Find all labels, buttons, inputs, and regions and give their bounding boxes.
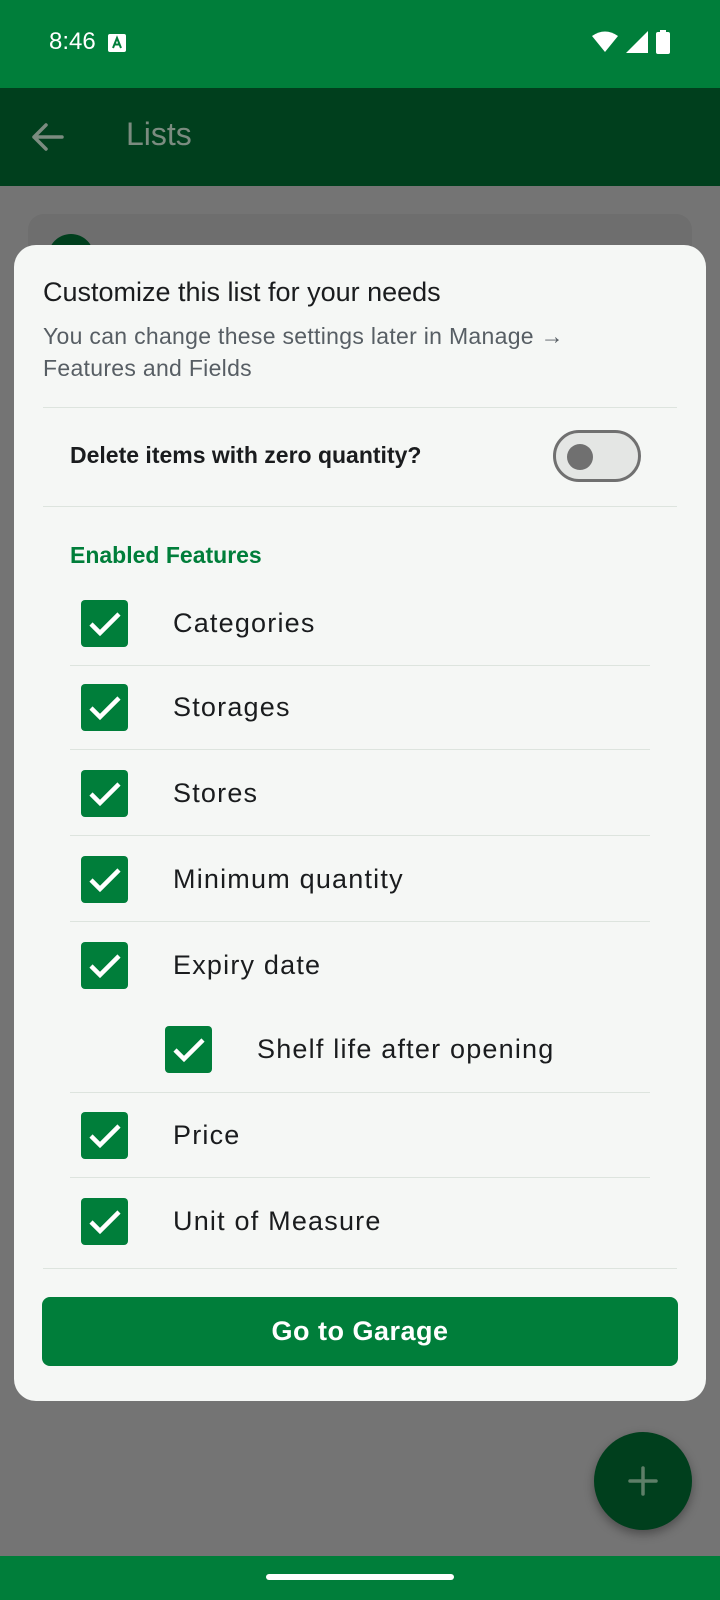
status-icons (592, 30, 670, 54)
feature-row-unit-of-measure[interactable]: Unit of Measure (70, 1180, 650, 1264)
stores-checkbox[interactable] (81, 770, 128, 817)
feature-label: Unit of Measure (173, 1206, 382, 1236)
delete-zero-label: Delete items with zero quantity? (70, 442, 422, 468)
home-indicator[interactable] (266, 1574, 454, 1580)
feature-row-expiry-date[interactable]: Expiry date (70, 924, 650, 1008)
go-to-garage-button[interactable]: Go to Garage (42, 1297, 678, 1366)
feature-row-storages[interactable]: Storages (70, 666, 650, 750)
check-icon (88, 611, 121, 636)
check-icon (172, 1037, 205, 1062)
divider (70, 1092, 650, 1093)
unit-of-measure-checkbox[interactable] (81, 1198, 128, 1245)
divider (43, 506, 677, 507)
storages-checkbox[interactable] (81, 684, 128, 731)
feature-label: Minimum quantity (173, 864, 404, 894)
shelf-life-checkbox[interactable] (165, 1026, 212, 1073)
feature-row-minimum-quantity[interactable]: Minimum quantity (70, 838, 650, 922)
minimum-quantity-checkbox[interactable] (81, 856, 128, 903)
a-badge-icon (108, 34, 126, 52)
feature-row-price[interactable]: Price (70, 1094, 650, 1178)
divider (70, 835, 650, 836)
check-icon (88, 1209, 121, 1234)
delete-zero-switch[interactable] (553, 430, 641, 482)
expiry-date-checkbox[interactable] (81, 942, 128, 989)
dialog-title: Customize this list for your needs (43, 277, 441, 307)
divider (70, 921, 650, 922)
check-icon (88, 695, 121, 720)
feature-label: Stores (173, 778, 259, 808)
divider (43, 407, 677, 408)
check-icon (88, 1123, 121, 1148)
switch-knob (567, 444, 593, 470)
check-icon (88, 867, 121, 892)
divider (70, 1177, 650, 1178)
wifi-icon (592, 31, 618, 52)
plus-icon (628, 1466, 658, 1496)
divider (70, 749, 650, 750)
feature-label: Categories (173, 608, 316, 638)
dialog-subtitle: You can change these settings later in M… (43, 323, 564, 381)
price-checkbox[interactable] (81, 1112, 128, 1159)
enabled-features-label: Enabled Features (70, 542, 262, 568)
feature-label: Expiry date (173, 950, 322, 980)
check-icon (88, 953, 121, 978)
divider (43, 1268, 677, 1269)
add-fab[interactable] (594, 1432, 692, 1530)
feature-row-stores[interactable]: Stores (70, 752, 650, 836)
arrow-left-icon[interactable] (30, 122, 64, 152)
app-bar: Lists (0, 88, 720, 186)
status-bar: 8:46 (0, 0, 720, 88)
signal-icon (626, 31, 648, 53)
battery-icon (656, 30, 670, 54)
feature-label: Shelf life after opening (257, 1034, 555, 1064)
status-time: 8:46 (49, 28, 96, 55)
check-icon (88, 781, 121, 806)
app-title: Lists (126, 116, 192, 152)
feature-label: Storages (173, 692, 291, 722)
feature-label: Price (173, 1120, 241, 1150)
categories-checkbox[interactable] (81, 600, 128, 647)
feature-row-categories[interactable]: Categories (70, 582, 650, 666)
feature-row-shelf-life[interactable]: Shelf life after opening (70, 1008, 650, 1093)
customize-dialog: Customize this list for your needs You c… (14, 245, 706, 1401)
